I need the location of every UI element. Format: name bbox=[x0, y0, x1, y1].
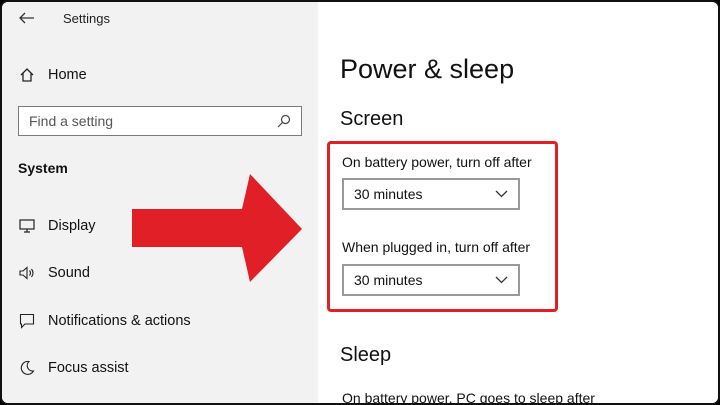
sidebar-item-label: Sound bbox=[48, 265, 90, 281]
nav-home-label: Home bbox=[48, 67, 87, 83]
settings-window: Settings Home System bbox=[0, 0, 720, 405]
plugged-screen-off-label: When plugged in, turn off after bbox=[342, 239, 531, 255]
section-label-system: System bbox=[18, 160, 68, 176]
chevron-down-icon bbox=[495, 276, 508, 284]
search-box[interactable] bbox=[18, 106, 302, 136]
speaker-icon bbox=[18, 264, 36, 282]
section-heading-screen: Screen bbox=[340, 108, 404, 130]
search-icon bbox=[277, 114, 291, 128]
page-title: Power & sleep bbox=[340, 54, 515, 84]
sidebar-item-label: Focus assist bbox=[48, 360, 129, 376]
search-input[interactable] bbox=[29, 113, 277, 129]
moon-icon bbox=[18, 359, 36, 377]
nav-home[interactable]: Home bbox=[18, 64, 298, 86]
sidebar-item-label: Notifications & actions bbox=[48, 313, 191, 329]
dropdown-value: 30 minutes bbox=[354, 186, 423, 202]
sidebar-item-focus-assist[interactable]: Focus assist bbox=[18, 357, 298, 379]
home-icon bbox=[18, 66, 36, 84]
chevron-down-icon bbox=[495, 190, 508, 198]
battery-screen-off-dropdown[interactable]: 30 minutes bbox=[342, 178, 520, 210]
main-content: Power & sleep Screen On battery power, t… bbox=[318, 2, 718, 405]
red-arrow-icon bbox=[132, 174, 302, 282]
back-arrow-icon bbox=[19, 12, 34, 24]
sleep-battery-label: On battery power, PC goes to sleep after bbox=[342, 390, 595, 405]
dropdown-value: 30 minutes bbox=[354, 272, 423, 288]
sidebar-item-notifications[interactable]: Notifications & actions bbox=[18, 310, 298, 332]
section-heading-sleep: Sleep bbox=[340, 344, 392, 366]
app-title: Settings bbox=[63, 11, 110, 26]
back-button[interactable] bbox=[16, 8, 38, 28]
battery-screen-off-label: On battery power, turn off after bbox=[342, 154, 532, 170]
plugged-screen-off-dropdown[interactable]: 30 minutes bbox=[342, 264, 520, 296]
notification-icon bbox=[18, 312, 36, 330]
sidebar-item-label: Display bbox=[48, 218, 96, 234]
monitor-icon bbox=[18, 217, 36, 235]
